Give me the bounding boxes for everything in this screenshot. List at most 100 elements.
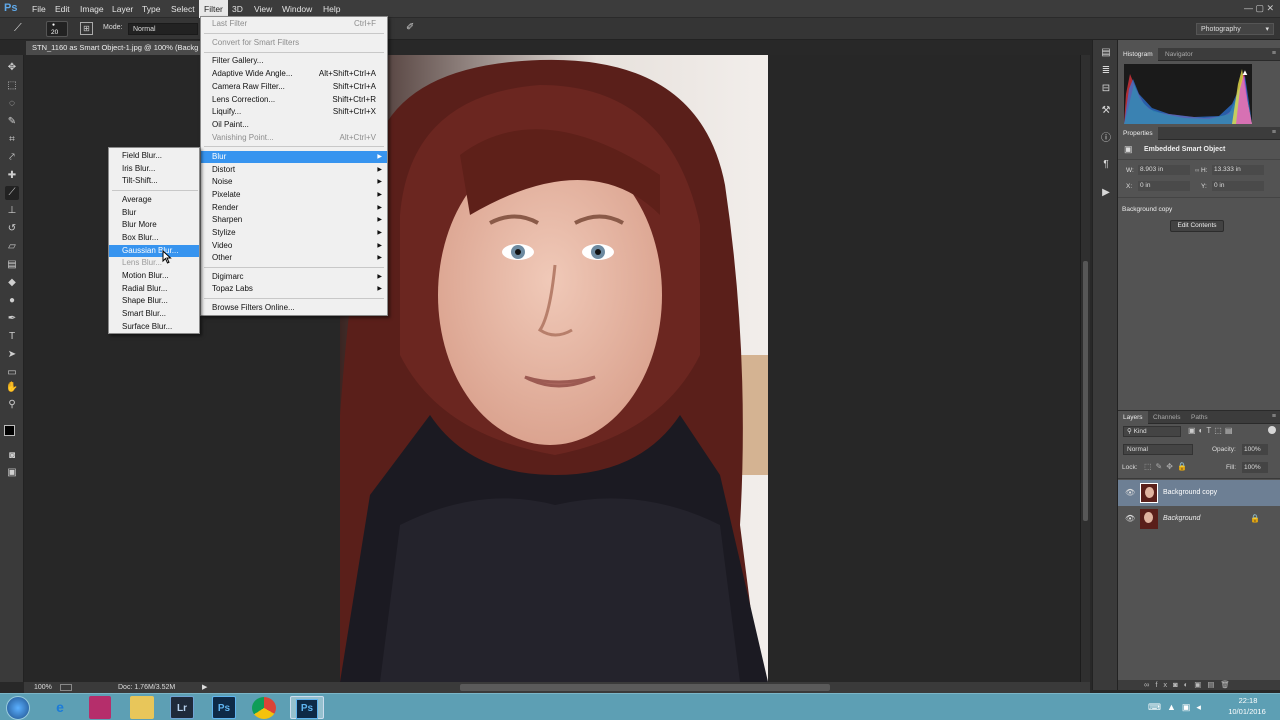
screen-mode-icon[interactable]: ▣ <box>5 466 19 480</box>
menu-item-digimarc[interactable]: Digimarc ▶ <box>201 271 387 284</box>
blur-item-radial-blur[interactable]: Radial Blur... <box>109 283 199 296</box>
eye-visibility-icon[interactable]: 👁 <box>1125 480 1135 506</box>
tab-channels[interactable]: Channels <box>1148 411 1185 424</box>
history-brush-tool-icon[interactable]: ↺ <box>5 222 19 236</box>
start-button[interactable] <box>6 696 30 720</box>
blur-item-blur[interactable]: Blur <box>109 207 199 220</box>
dodge-tool-icon[interactable]: ● <box>5 294 19 308</box>
workspace-switcher[interactable]: Photography ▾ <box>1196 23 1274 35</box>
y-field[interactable]: 0 in <box>1212 181 1264 191</box>
photoshop-active-button[interactable]: Ps <box>290 696 324 719</box>
menu-item-camera-raw-filter[interactable]: Camera Raw Filter... Shift+Ctrl+A <box>201 81 387 94</box>
type-tool-icon[interactable]: T <box>5 330 19 344</box>
blur-item-lens-blur[interactable]: Lens Blur... <box>109 257 199 270</box>
menu-item-vanishing-point[interactable]: Vanishing Point... Alt+Ctrl+V <box>201 132 387 145</box>
scrollbar-thumb[interactable] <box>1083 261 1088 521</box>
menu-select[interactable]: Select <box>166 0 200 18</box>
window-controls[interactable]: — ▢ ✕ <box>1244 3 1274 14</box>
layers-footer-icons[interactable]: ∞fx◙◐▣▤🗑 <box>1118 680 1280 690</box>
blur-item-surface-blur[interactable]: Surface Blur... <box>109 321 199 334</box>
menu-item-other[interactable]: Other ▶ <box>201 252 387 265</box>
crop-tool-icon[interactable]: ⌗ <box>5 133 19 147</box>
media-app-icon[interactable] <box>89 696 111 719</box>
link-icon[interactable]: ∞ <box>1195 168 1199 174</box>
photoshop-taskbar-icon[interactable]: Ps <box>212 696 236 719</box>
shape-tool-icon[interactable]: ▭ <box>5 366 19 380</box>
chrome-icon[interactable] <box>252 697 276 719</box>
menu-item-liquify[interactable]: Liquify... Shift+Ctrl+X <box>201 106 387 119</box>
panel-menu-icon[interactable]: ≡ <box>1272 413 1276 420</box>
blur-item-motion-blur[interactable]: Motion Blur... <box>109 270 199 283</box>
file-explorer-icon[interactable] <box>130 696 154 719</box>
layer-filter-icons[interactable]: ▣◐T⬚▤ <box>1188 426 1235 435</box>
tab-navigator[interactable]: Navigator <box>1160 48 1198 61</box>
blur-item-smart-blur[interactable]: Smart Blur... <box>109 308 199 321</box>
tab-properties[interactable]: Properties <box>1118 127 1158 140</box>
blur-item-box-blur[interactable]: Box Blur... <box>109 232 199 245</box>
panel-menu-icon[interactable]: ≡ <box>1272 129 1276 136</box>
tab-histogram[interactable]: Histogram <box>1118 48 1158 61</box>
vertical-scrollbar[interactable] <box>1080 55 1090 682</box>
edit-contents-button[interactable]: Edit Contents <box>1170 220 1224 232</box>
menu-edit[interactable]: Edit <box>50 0 75 18</box>
document-tab[interactable]: STN_1160 as Smart Object-1.jpg @ 100% (B… <box>26 41 200 55</box>
x-field[interactable]: 0 in <box>1138 181 1190 191</box>
clock-time[interactable]: 22:18 <box>1228 696 1268 705</box>
paragraph-panel-icon[interactable]: ¶ <box>1099 158 1113 172</box>
mode-select[interactable]: Normal <box>128 23 198 35</box>
layer-row-background-copy[interactable]: 👁 Background copy <box>1118 480 1280 506</box>
actions-panel-icon[interactable]: ≣ <box>1099 64 1113 78</box>
play-action-icon[interactable]: ▶ <box>1099 186 1113 200</box>
menu-item-topaz-labs[interactable]: Topaz Labs ▶ <box>201 283 387 296</box>
hand-tool-icon[interactable]: ✋ <box>5 381 19 395</box>
opacity-field[interactable]: 100% <box>1242 444 1268 455</box>
menu-item-blur[interactable]: Blur ▶ <box>201 150 387 164</box>
blur-item-blur-more[interactable]: Blur More <box>109 219 199 232</box>
eraser-tool-icon[interactable]: ▱ <box>5 240 19 254</box>
status-arrow-icon[interactable]: ▶ <box>202 682 207 693</box>
menu-item-last-filter[interactable]: Last Filter Ctrl+F <box>201 18 387 31</box>
menu-item-browse-filters-online[interactable]: Browse Filters Online... <box>201 302 387 315</box>
move-tool-icon[interactable]: ✥ <box>5 61 19 75</box>
blend-mode-select[interactable]: Normal <box>1123 444 1193 455</box>
clock-date[interactable]: 10/01/2016 <box>1224 707 1270 716</box>
quick-mask-icon[interactable]: ◙ <box>5 449 19 463</box>
panel-menu-icon[interactable]: ≡ <box>1272 50 1276 57</box>
menu-item-noise[interactable]: Noise ▶ <box>201 176 387 189</box>
filter-toggle-icon[interactable] <box>1268 426 1276 434</box>
menu-item-distort[interactable]: Distort ▶ <box>201 164 387 177</box>
lock-options-icons[interactable]: ⬚✎✥🔒 <box>1144 462 1191 471</box>
menu-item-filter-gallery[interactable]: Filter Gallery... <box>201 55 387 68</box>
menu-item-render[interactable]: Render ▶ <box>201 202 387 215</box>
marquee-tool-icon[interactable]: ⬚ <box>5 79 19 93</box>
horizontal-scrollbar-thumb[interactable] <box>460 684 830 691</box>
warning-icon[interactable]: ▲ <box>1241 68 1249 77</box>
blur-item-gaussian-blur[interactable]: Gaussian Blur... <box>109 244 199 258</box>
menu-file[interactable]: File <box>27 0 51 18</box>
brush-tool-icon[interactable]: ⟋ <box>14 22 28 36</box>
blur-item-iris-blur[interactable]: Iris Blur... <box>109 163 199 176</box>
blur-item-tilt-shift[interactable]: Tilt-Shift... <box>109 175 199 188</box>
portrait-photo[interactable] <box>340 55 768 682</box>
menu-item-stylize[interactable]: Stylize ▶ <box>201 227 387 240</box>
tab-paths[interactable]: Paths <box>1186 411 1213 424</box>
fill-field[interactable]: 100% <box>1242 462 1268 473</box>
layer-row-background[interactable]: 👁 Background 🔒 <box>1118 506 1280 532</box>
lightroom-icon[interactable]: Lr <box>170 696 194 719</box>
zoom-level[interactable]: 100% <box>34 682 52 693</box>
path-selection-tool-icon[interactable]: ➤ <box>5 348 19 362</box>
healing-brush-tool-icon[interactable]: ✚ <box>5 169 19 183</box>
lasso-tool-icon[interactable]: ◌ <box>5 97 19 111</box>
internet-explorer-icon[interactable]: e <box>46 696 74 719</box>
pen-tool-icon[interactable]: ✒ <box>5 312 19 326</box>
zoom-tool-icon[interactable]: ⚲ <box>5 398 19 412</box>
blur-item-shape-blur[interactable]: Shape Blur... <box>109 295 199 308</box>
blur-item-average[interactable]: Average <box>109 194 199 207</box>
eye-visibility-icon[interactable]: 👁 <box>1125 506 1135 532</box>
menu-item-sharpen[interactable]: Sharpen ▶ <box>201 214 387 227</box>
menu-item-oil-paint[interactable]: Oil Paint... <box>201 119 387 132</box>
foreground-color-swatch[interactable] <box>4 425 15 436</box>
width-field[interactable]: 8.903 in <box>1138 165 1190 175</box>
menu-item-pixelate[interactable]: Pixelate ▶ <box>201 189 387 202</box>
menu-image[interactable]: Image <box>75 0 109 18</box>
